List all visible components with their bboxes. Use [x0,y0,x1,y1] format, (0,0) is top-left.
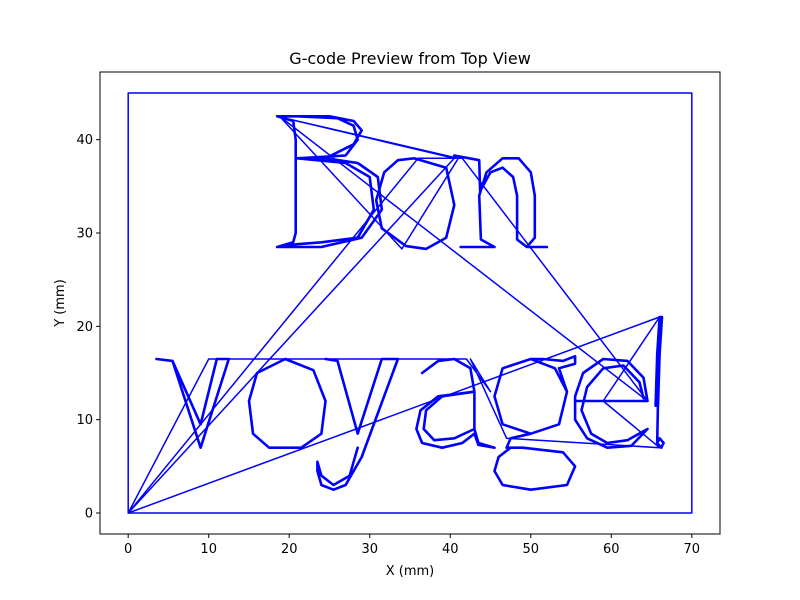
y-tick-label: 40 [76,133,93,148]
y-tick-label: 20 [76,320,93,335]
x-tick-label: 20 [281,542,298,557]
x-tick-label: 70 [684,542,701,557]
y-tick-label: 10 [76,413,93,428]
chart-title: G-code Preview from Top View [289,49,531,68]
y-axis-label: Y (mm) [53,279,68,328]
x-axis-label: X (mm) [386,564,435,579]
x-tick-label: 50 [523,542,540,557]
x-tick-label: 0 [124,542,132,557]
x-tick-label: 30 [361,542,378,557]
y-tick-label: 0 [85,507,93,522]
x-tick-label: 40 [442,542,459,557]
y-tick-label: 30 [76,227,93,242]
x-tick-label: 60 [603,542,620,557]
chart-canvas: 0 10 20 30 40 50 60 70 0 10 20 30 40 G-code Preview… [0,0,800,600]
figure-background [0,0,800,600]
x-tick-label: 10 [200,542,217,557]
